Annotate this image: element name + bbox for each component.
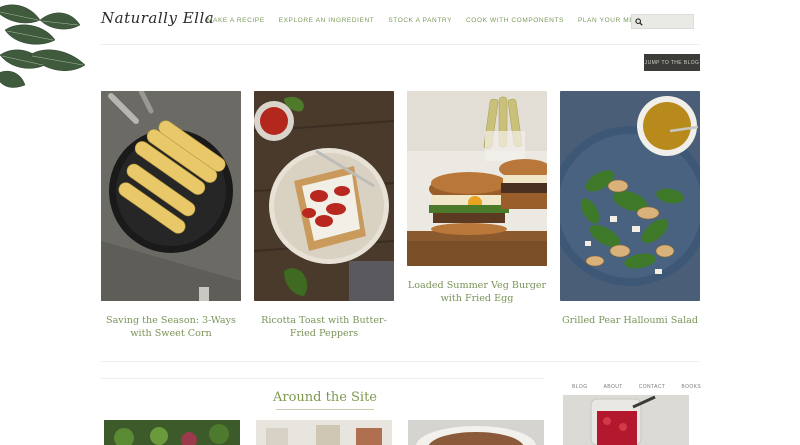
nav-cook-with-components[interactable]: COOK WITH COMPONENTS: [466, 17, 564, 24]
recipe-card[interactable]: Ricotta Toast with Butter-Fried Peppers: [253, 91, 395, 340]
search-input[interactable]: [645, 16, 691, 27]
link-contact[interactable]: CONTACT: [639, 384, 666, 390]
nav-stock-a-pantry[interactable]: STOCK A PANTRY: [388, 17, 452, 24]
link-books[interactable]: BOOKS: [681, 384, 701, 390]
footer-links: BLOG ABOUT CONTACT BOOKS: [572, 384, 717, 390]
around-thumbnail[interactable]: [104, 420, 240, 445]
nav-make-a-recipe[interactable]: MAKE A RECIPE: [207, 17, 265, 24]
header-divider: [101, 44, 699, 45]
section-divider: [101, 361, 699, 362]
nav-explore-an-ingredient[interactable]: EXPLORE AN INGREDIENT: [279, 17, 375, 24]
recipe-title[interactable]: Ricotta Toast with Butter-Fried Peppers: [254, 315, 394, 340]
jump-to-blog-button[interactable]: JUMP TO THE BLOG: [644, 54, 700, 71]
heading-underline: [276, 409, 374, 410]
recipe-card[interactable]: Grilled Pear Halloumi Salad: [550, 91, 710, 328]
sidebar-jam-photo[interactable]: [563, 395, 689, 445]
recipe-title[interactable]: Grilled Pear Halloumi Salad: [560, 315, 700, 328]
site-logo[interactable]: Naturally Ella: [101, 9, 214, 27]
recipe-card[interactable]: Loaded Summer Veg Burger with Fried Egg: [407, 91, 551, 305]
recipe-title[interactable]: Loaded Summer Veg Burger with Fried Egg: [407, 280, 547, 305]
search-icon[interactable]: [635, 18, 643, 26]
around-the-site-heading: Around the Site: [272, 390, 378, 405]
link-blog[interactable]: BLOG: [572, 384, 588, 390]
recipe-title[interactable]: Saving the Season: 3-Ways with Sweet Cor…: [101, 315, 241, 340]
leaf-illustration: [0, 4, 86, 88]
link-about[interactable]: ABOUT: [604, 384, 623, 390]
main-nav: MAKE A RECIPE EXPLORE AN INGREDIENT STOC…: [207, 17, 662, 24]
search-box: [631, 14, 694, 29]
around-thumbnail[interactable]: [408, 420, 544, 445]
pear-halloumi-salad-photo[interactable]: [550, 91, 710, 301]
veg-burger-photo[interactable]: [407, 91, 551, 266]
section-divider: [101, 378, 544, 379]
sweet-corn-photo[interactable]: [101, 88, 241, 301]
around-thumbnail[interactable]: [256, 420, 392, 445]
ricotta-toast-photo[interactable]: [253, 91, 395, 301]
recipe-card[interactable]: Saving the Season: 3-Ways with Sweet Cor…: [101, 88, 241, 340]
